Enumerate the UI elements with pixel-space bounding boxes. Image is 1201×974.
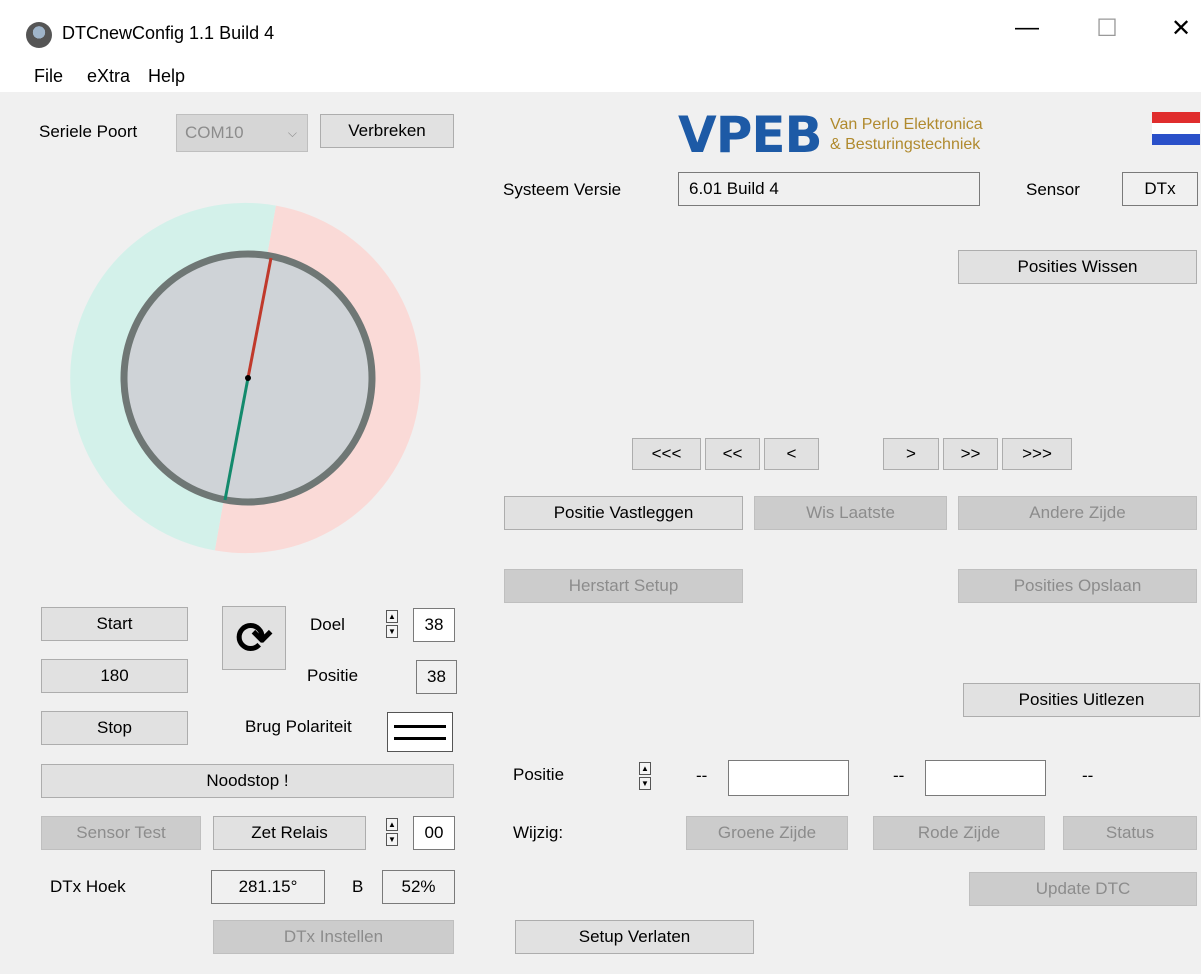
target-label: Doel — [310, 615, 345, 634]
dtx-configure-button[interactable]: DTx Instellen — [213, 920, 454, 954]
window-title: DTCnewConfig 1.1 Build 4 — [62, 23, 275, 43]
b-value-field: 52% — [382, 870, 455, 904]
target-spinner[interactable]: ▲ ▼ — [386, 610, 400, 640]
sensor-label: Sensor — [1026, 180, 1080, 199]
spinner-down-icon[interactable]: ▼ — [386, 625, 398, 638]
set-relay-button[interactable]: Zet Relais — [213, 816, 366, 850]
app-icon — [26, 22, 52, 48]
dash-2: -- — [893, 766, 905, 785]
serial-port-value: COM10 — [185, 123, 244, 142]
value-180-button[interactable]: 180 — [41, 659, 188, 693]
maximize-button[interactable]: ☐ — [1084, 14, 1130, 54]
menu-file[interactable]: File — [34, 66, 63, 87]
position-value-label: Positie — [307, 666, 359, 685]
dash-1: -- — [696, 766, 708, 785]
read-positions-button[interactable]: Posities Uitlezen — [963, 683, 1200, 717]
erase-last-button[interactable]: Wis Laatste — [754, 496, 947, 530]
nav-prev-fast-button[interactable]: << — [705, 438, 760, 470]
nav-next-fast-button[interactable]: >> — [943, 438, 998, 470]
status-button[interactable]: Status — [1063, 816, 1197, 850]
emergency-stop-button[interactable]: Noodstop ! — [41, 764, 454, 798]
spinner-up-icon[interactable]: ▲ — [386, 818, 398, 831]
spinner-up-icon[interactable]: ▲ — [386, 610, 398, 623]
red-position-field[interactable] — [925, 760, 1046, 796]
spinner-up-icon[interactable]: ▲ — [639, 762, 651, 775]
red-side-button[interactable]: Rode Zijde — [873, 816, 1045, 850]
menu-extra[interactable]: eXtra — [87, 66, 130, 87]
save-positions-button[interactable]: Posities Opslaan — [958, 569, 1197, 603]
target-field[interactable]: 38 — [413, 608, 455, 642]
logo-line1: Van Perlo Elektronica — [830, 116, 983, 133]
record-position-button[interactable]: Positie Vastleggen — [504, 496, 743, 530]
clear-positions-button[interactable]: Posities Wissen — [958, 250, 1197, 284]
close-button[interactable]: ✕ — [1158, 14, 1201, 54]
position-spinner[interactable]: ▲ ▼ — [639, 762, 653, 792]
turntable-dial — [70, 202, 421, 554]
sensor-test-button[interactable]: Sensor Test — [41, 816, 201, 850]
dtx-angle-field: 281.15° — [211, 870, 325, 904]
stop-button[interactable]: Stop — [41, 711, 188, 745]
minimize-button[interactable]: — — [1004, 14, 1050, 54]
start-button[interactable]: Start — [41, 607, 188, 641]
bridge-polarity-label: Brug Polariteit — [245, 717, 352, 736]
serial-port-select[interactable]: COM10 ⌵ — [176, 114, 308, 152]
bridge-polarity-toggle[interactable] — [387, 712, 453, 752]
b-label: B — [352, 877, 364, 896]
relay-field[interactable]: 00 — [413, 816, 455, 850]
dutch-flag-icon[interactable] — [1152, 112, 1200, 145]
relay-spinner[interactable]: ▲ ▼ — [386, 818, 400, 848]
logo-line2: & Besturingstechniek — [830, 136, 981, 153]
logo-brand: VPEB — [678, 106, 823, 164]
other-side-button[interactable]: Andere Zijde — [958, 496, 1197, 530]
position-label: Positie — [513, 765, 565, 784]
chevron-down-icon: ⌵ — [287, 125, 297, 140]
spinner-down-icon[interactable]: ▼ — [639, 777, 651, 790]
nav-last-button[interactable]: >>> — [1002, 438, 1072, 470]
green-side-button[interactable]: Groene Zijde — [686, 816, 848, 850]
spinner-down-icon[interactable]: ▼ — [386, 833, 398, 846]
nav-first-button[interactable]: <<< — [632, 438, 701, 470]
system-version-label: Systeem Versie — [503, 180, 622, 199]
rotate-icon[interactable]: ⟳ — [222, 606, 286, 670]
nav-prev-button[interactable]: < — [764, 438, 819, 470]
change-label: Wijzig: — [513, 823, 564, 842]
menu-help[interactable]: Help — [148, 66, 185, 87]
system-version-field: 6.01 Build 4 — [678, 172, 980, 206]
dial-center — [245, 375, 251, 381]
serial-port-label: Seriele Poort — [39, 122, 138, 141]
sensor-field: DTx — [1122, 172, 1198, 206]
dash-3: -- — [1082, 766, 1094, 785]
update-dtc-button[interactable]: Update DTC — [969, 872, 1197, 906]
leave-setup-button[interactable]: Setup Verlaten — [515, 920, 754, 954]
disconnect-button[interactable]: Verbreken — [320, 114, 454, 148]
position-field: 38 — [416, 660, 457, 694]
restart-setup-button[interactable]: Herstart Setup — [504, 569, 743, 603]
dtx-angle-label: DTx Hoek — [50, 877, 126, 896]
green-position-field[interactable] — [728, 760, 849, 796]
nav-next-button[interactable]: > — [883, 438, 939, 470]
